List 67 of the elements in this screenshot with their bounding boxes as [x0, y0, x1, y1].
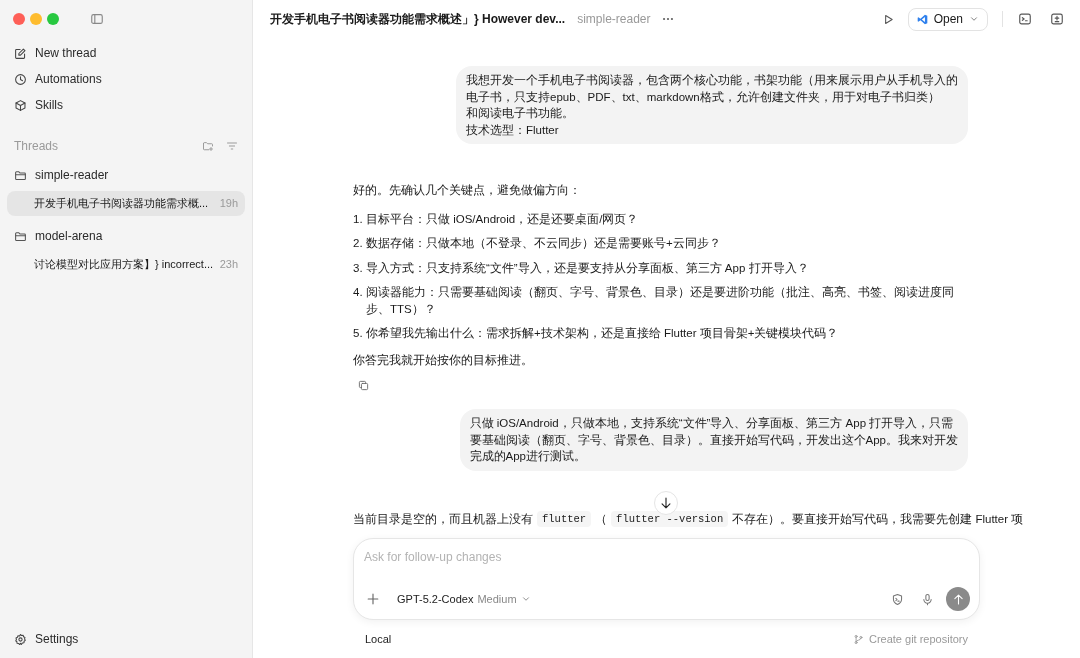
nav-item[interactable]: Skills	[7, 92, 245, 118]
list-number: 1.	[353, 211, 364, 227]
edit-icon	[14, 46, 27, 60]
shield-icon[interactable]	[891, 592, 904, 606]
message-text: 你答完我就开始按你的目标推进。	[353, 352, 534, 368]
thread-title: 开发手机电子书阅读器功能需求概...	[34, 196, 209, 212]
new-folder-icon[interactable]	[202, 140, 214, 152]
message-line: 电子书，只支持epub、PDF、txt、markdown格式，允许创建文件夹，用于对电子书归类）	[466, 89, 941, 105]
copy-icon[interactable]	[358, 380, 369, 391]
inline-code: flutter	[537, 510, 592, 527]
list-item-text: 导入方式：只支持系统“文件”导入，还是要支持从分享面板、第三方 App 打开导入？	[366, 260, 809, 276]
list-number: 2.	[353, 236, 364, 251]
microphone-icon[interactable]	[921, 592, 934, 606]
message-line: 我想开发一个手机电子书阅读器，包含两个核心功能，书架功能（用来展示用户从手机导入的	[466, 73, 958, 88]
section-heading: Threads	[14, 138, 59, 155]
settings-icon	[14, 632, 27, 646]
arrow-up-icon	[951, 592, 965, 606]
branch-icon	[852, 633, 864, 645]
project-folder[interactable]: model-arena	[7, 223, 245, 249]
arrow-down-icon	[659, 496, 673, 510]
message-line: 和阅读电子书功能。	[466, 106, 575, 121]
folder-icon	[14, 168, 27, 182]
list-number: 4.	[353, 285, 364, 300]
open-button[interactable]: Open	[907, 7, 988, 31]
nav-item[interactable]: New thread	[7, 40, 245, 66]
chevron-down-icon	[520, 594, 531, 604]
list-item-text: 阅读器能力：只需要基础阅读（翻页、字号、背景色、目录）还是要进阶功能（批注、高亮、书签、阅读进度同步、TTS）？	[366, 285, 955, 317]
chevron-down-icon	[969, 14, 979, 24]
plus-icon[interactable]	[366, 592, 380, 606]
nav-item[interactable]: Automations	[7, 66, 245, 92]
inline-code: flutter --version	[611, 510, 729, 527]
thread-item[interactable]: 讨论模型对比应用方案】} incorrect... 23h	[7, 252, 245, 277]
close-window-button[interactable]	[13, 13, 25, 25]
thread-item[interactable]: 开发手机电子书阅读器功能需求概... 19h	[7, 191, 245, 216]
settings-item[interactable]: Settings	[7, 626, 245, 652]
send-button[interactable]	[946, 587, 970, 611]
message-text: 好的。先确认几个关键点，避免做偏方向：	[353, 183, 582, 198]
message-text: （	[595, 511, 608, 527]
model-selector[interactable]: GPT-5.2-Codex Medium	[397, 590, 531, 608]
message-line: 只做 iOS/Android，只做本地，支持系统“文件”导入、分享面板、第三方 App 打开导入，只需	[469, 416, 955, 431]
list-item-text: 数据存储：只做本地（不登录、不云同步）还是需要账号+云同步？	[366, 236, 721, 251]
diff-panel-icon[interactable]	[1050, 12, 1064, 26]
message-line: 技术选型：Flutter	[466, 122, 560, 138]
sidebar-toggle-icon[interactable]	[90, 12, 104, 26]
thread-title: 开发手机电子书阅读器功能需求概述」} However dev...	[270, 11, 566, 28]
message-input[interactable]: Ask for follow-up changes	[363, 548, 970, 566]
editor-icon	[916, 13, 928, 25]
terminal-icon[interactable]	[1018, 12, 1032, 26]
zoom-window-button[interactable]	[47, 13, 59, 25]
folder-icon	[14, 229, 27, 243]
message-text: 当前目录是空的，而且机器上没有	[353, 511, 533, 527]
list-number: 5.	[353, 326, 364, 341]
thread-title: 讨论模型对比应用方案】} incorrect...	[34, 257, 214, 273]
project-folder[interactable]: simple-reader	[7, 162, 245, 188]
list-item-text: 目标平台：只做 iOS/Android，还是还要桌面/网页？	[366, 211, 639, 227]
thread-time: 19h	[219, 196, 238, 212]
message-line: 完成的App进行测试。	[469, 449, 587, 464]
thread-time: 23h	[219, 257, 238, 273]
project-name: simple-reader	[577, 11, 651, 28]
clock-icon	[14, 72, 27, 86]
list-number: 3.	[353, 260, 364, 276]
location-label[interactable]: Local	[365, 630, 392, 648]
cube-icon	[14, 98, 27, 112]
message-text: 不存在）。要直接开始写代码，我需要先创建 Flutter 项	[732, 511, 1024, 527]
message-line: 要基础阅读（翻页、字号、背景色、目录）。直接开始写代码，开发出这个App。我来对开发	[469, 432, 958, 448]
scroll-down-button[interactable]	[654, 491, 678, 515]
list-item-text: 你希望我先输出什么：需求拆解+技术架构，还是直接给 Flutter 项目骨架+关键模块代码？	[366, 326, 839, 341]
